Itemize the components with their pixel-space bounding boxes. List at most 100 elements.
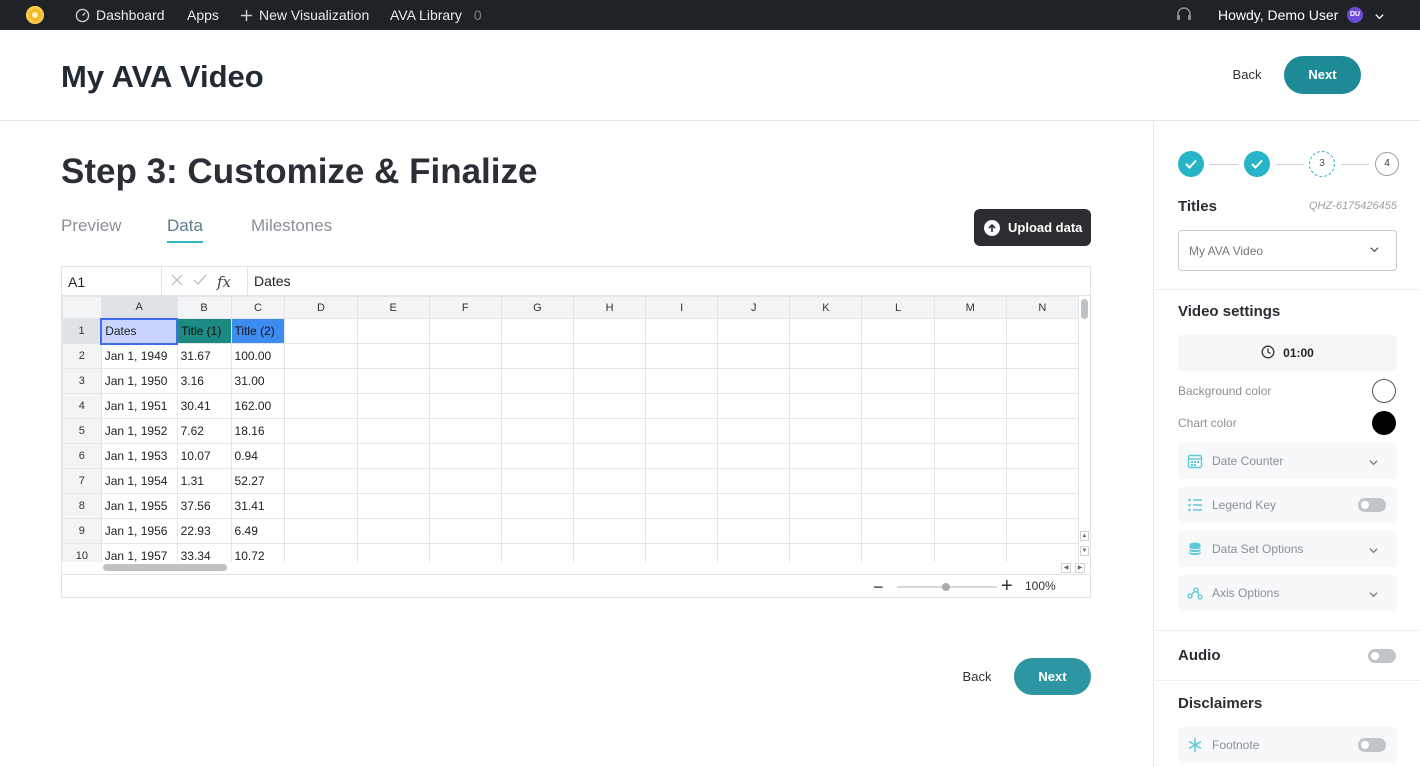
grid-cell[interactable] — [284, 468, 358, 494]
grid-cell[interactable] — [933, 343, 1007, 369]
function-icon[interactable]: fx — [217, 273, 231, 291]
grid-cell[interactable] — [933, 368, 1007, 394]
grid-cell[interactable]: 7.62 — [176, 418, 232, 444]
grid-cell[interactable] — [789, 368, 863, 394]
grid-cell[interactable] — [572, 368, 647, 394]
grid-cell[interactable] — [284, 393, 358, 419]
grid-cell[interactable] — [356, 393, 430, 419]
step-3-current[interactable]: 3 — [1309, 151, 1335, 177]
column-header[interactable]: F — [428, 296, 502, 319]
grid-cell[interactable]: Jan 1, 1950 — [100, 368, 178, 394]
nav-new-visualization[interactable]: New Visualization — [240, 0, 369, 30]
grid-cell[interactable]: Jan 1, 1951 — [100, 393, 178, 419]
grid-cell[interactable] — [428, 518, 502, 544]
grid-cell[interactable] — [933, 418, 1007, 444]
grid-cell[interactable] — [717, 493, 791, 519]
column-header[interactable]: K — [789, 296, 863, 319]
grid-cell[interactable] — [645, 443, 719, 469]
date-counter-option[interactable]: Date Counter — [1178, 443, 1397, 479]
row-header[interactable]: 9 — [62, 518, 102, 544]
grid-cell[interactable] — [717, 393, 791, 419]
grid-cell[interactable] — [933, 468, 1007, 494]
column-header[interactable]: B — [176, 296, 232, 319]
grid-cell[interactable] — [717, 468, 791, 494]
grid-cell[interactable] — [1005, 443, 1079, 469]
grid-cell[interactable] — [717, 343, 791, 369]
grid-cell[interactable]: 18.16 — [230, 418, 286, 444]
grid-cell[interactable] — [500, 318, 574, 344]
grid-cell[interactable] — [789, 343, 863, 369]
grid-cell[interactable] — [356, 318, 430, 344]
grid-cell[interactable] — [500, 343, 574, 369]
grid-cell[interactable] — [645, 368, 719, 394]
grid-cell[interactable] — [284, 343, 358, 369]
row-header[interactable]: 2 — [62, 343, 102, 369]
grid-cell[interactable] — [428, 543, 502, 562]
column-header[interactable]: E — [356, 296, 430, 319]
grid-cell[interactable] — [645, 518, 719, 544]
step-1-done[interactable] — [1178, 151, 1204, 177]
zoom-in-icon[interactable]: + — [1001, 576, 1013, 596]
zoom-slider-handle[interactable] — [942, 583, 950, 591]
grid-cell[interactable] — [933, 493, 1007, 519]
grid-cell[interactable]: 31.00 — [230, 368, 286, 394]
grid-cell[interactable] — [500, 518, 574, 544]
grid-cell[interactable] — [572, 418, 647, 444]
column-header[interactable]: G — [500, 296, 574, 319]
grid-cell[interactable] — [645, 468, 719, 494]
grid-cell[interactable] — [861, 318, 935, 344]
grid-cell[interactable] — [572, 543, 647, 562]
grid-cell[interactable] — [717, 368, 791, 394]
grid-cell[interactable] — [572, 518, 647, 544]
grid-cell[interactable] — [789, 468, 863, 494]
grid-cell[interactable] — [789, 518, 863, 544]
back-button[interactable]: Back — [1222, 60, 1272, 90]
grid-cell[interactable] — [717, 518, 791, 544]
row-header[interactable]: 4 — [62, 393, 102, 419]
user-greeting[interactable]: Howdy, Demo User — [1218, 0, 1338, 30]
grid-cell[interactable] — [428, 468, 502, 494]
grid-cell[interactable]: 22.93 — [176, 518, 232, 544]
app-logo-icon[interactable] — [26, 6, 44, 24]
grid-cell[interactable] — [572, 493, 647, 519]
axis-options-option[interactable]: Axis Options — [1178, 575, 1397, 611]
grid-cell[interactable] — [1005, 493, 1079, 519]
column-header[interactable]: J — [717, 296, 791, 319]
grid-cell[interactable] — [428, 443, 502, 469]
row-header[interactable]: 1 — [62, 318, 102, 344]
grid-cell[interactable] — [284, 493, 358, 519]
grid-cell[interactable] — [356, 368, 430, 394]
grid-cell[interactable] — [861, 418, 935, 444]
grid-cell[interactable] — [645, 493, 719, 519]
grid-cell[interactable] — [789, 418, 863, 444]
tab-data[interactable]: Data — [167, 216, 203, 243]
tab-preview[interactable]: Preview — [61, 216, 121, 236]
grid-cell[interactable] — [1005, 393, 1079, 419]
grid-cell[interactable]: 31.67 — [176, 343, 232, 369]
grid-cell[interactable]: 33.34 — [176, 543, 232, 562]
title-select[interactable]: My AVA Video — [1178, 230, 1397, 271]
grid-cell[interactable] — [572, 393, 647, 419]
grid-cell[interactable] — [789, 543, 863, 562]
tab-milestones[interactable]: Milestones — [251, 216, 332, 236]
grid-cell[interactable] — [645, 343, 719, 369]
data-set-options-option[interactable]: Data Set Options — [1178, 531, 1397, 567]
grid-cell[interactable] — [1005, 468, 1079, 494]
grid-cell[interactable] — [717, 418, 791, 444]
grid-cell[interactable] — [645, 393, 719, 419]
horizontal-scroll-thumb[interactable] — [103, 564, 227, 571]
grid-cell[interactable]: Dates — [100, 317, 179, 345]
grid-cell[interactable] — [933, 318, 1007, 344]
grid-cell[interactable]: 162.00 — [230, 393, 286, 419]
grid-cell[interactable] — [861, 443, 935, 469]
grid-cell[interactable] — [500, 393, 574, 419]
row-header[interactable]: 7 — [62, 468, 102, 494]
grid-cell[interactable] — [428, 418, 502, 444]
row-header[interactable]: 6 — [62, 443, 102, 469]
grid-cell[interactable]: 100.00 — [230, 343, 286, 369]
column-header[interactable]: H — [572, 296, 647, 319]
grid-cell[interactable]: 52.27 — [230, 468, 286, 494]
scroll-up-arrow-icon[interactable]: ▲ — [1080, 531, 1089, 541]
grid-cell[interactable] — [500, 543, 574, 562]
grid-cell[interactable]: Jan 1, 1954 — [100, 468, 178, 494]
